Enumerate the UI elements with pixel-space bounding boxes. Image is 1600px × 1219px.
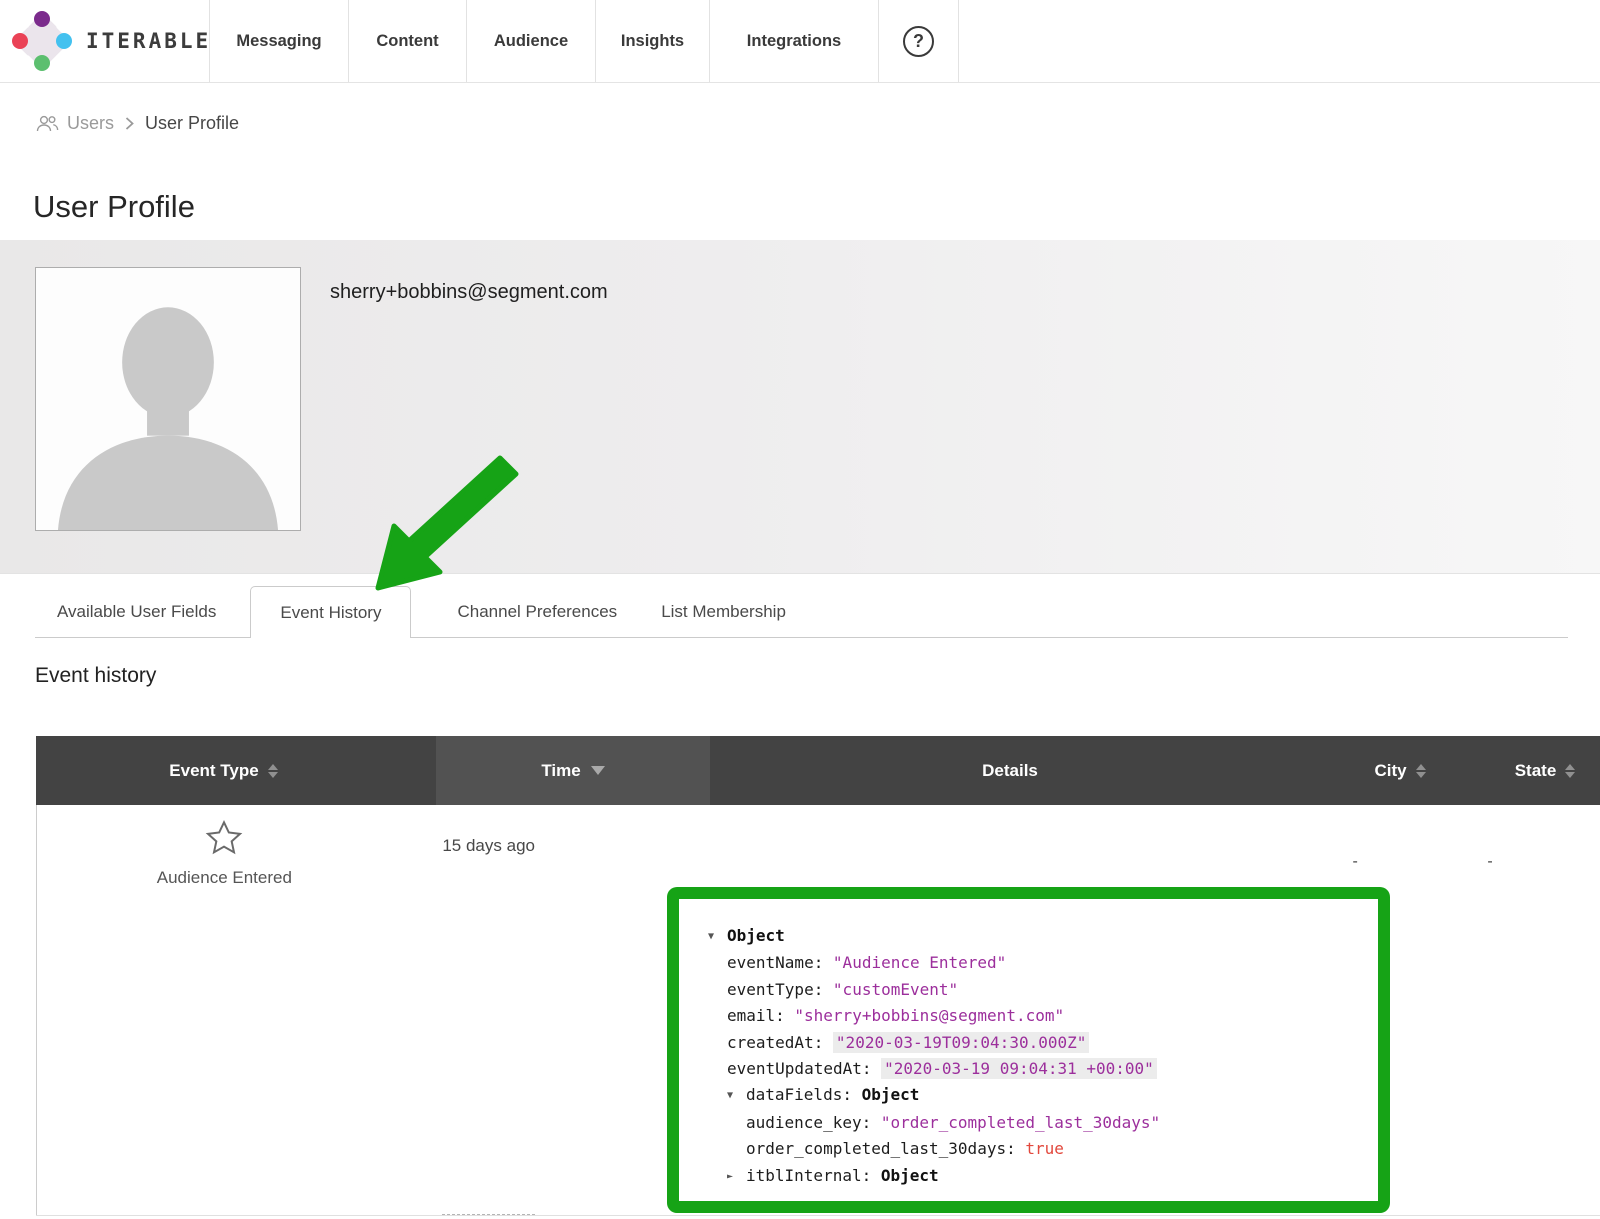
json-value: "Audience Entered" xyxy=(833,953,1006,972)
nav-item-integrations[interactable]: Integrations xyxy=(709,0,878,82)
page: ITERABLE Messaging Content Audience Insi… xyxy=(0,0,1600,1219)
column-label: State xyxy=(1515,761,1557,781)
column-header-event-type[interactable]: Event Type xyxy=(36,736,436,805)
json-key: eventName: xyxy=(727,953,823,972)
json-line: ▼dataFields: Object xyxy=(679,1082,1378,1109)
state-value: - xyxy=(1487,853,1492,1215)
avatar xyxy=(35,267,301,531)
tab-label: List Membership xyxy=(661,602,786,622)
nav-item-label: Integrations xyxy=(747,32,841,51)
column-header-state[interactable]: State xyxy=(1440,736,1600,805)
json-value: Object xyxy=(862,1085,920,1104)
row-divider xyxy=(36,1215,1600,1216)
annotation-box: ▼Object eventName:"Audience Entered" eve… xyxy=(667,887,1390,1213)
json-value: "order_completed_last_30days" xyxy=(881,1113,1160,1132)
event-details-json: ▼Object eventName:"Audience Entered" eve… xyxy=(679,899,1378,1190)
tab-label: Available User Fields xyxy=(57,602,216,622)
json-line: order_completed_last_30days: true xyxy=(679,1136,1378,1162)
primary-nav: Messaging Content Audience Insights Inte… xyxy=(209,0,878,82)
json-value: "2020-03-19T09:04:30.000Z" xyxy=(833,1032,1089,1053)
sort-icon xyxy=(1565,764,1575,778)
expand-toggle-icon[interactable]: ▼ xyxy=(708,924,727,950)
section-title: Event history xyxy=(35,664,156,688)
breadcrumb-current: User Profile xyxy=(145,113,239,134)
sort-icon xyxy=(1416,764,1426,778)
json-line: audience_key: "order_completed_last_30day… xyxy=(679,1110,1378,1136)
json-key: eventUpdatedAt: xyxy=(727,1059,872,1078)
annotation-arrow xyxy=(350,450,530,600)
nav-item-label: Insights xyxy=(621,32,684,51)
json-line: email: "sherry+bobbins@segment.com" xyxy=(679,1003,1378,1029)
profile-header: sherry+bobbins@segment.com xyxy=(0,240,1600,574)
nav-item-audience[interactable]: Audience xyxy=(466,0,595,82)
breadcrumb-users-link[interactable]: Users xyxy=(35,113,114,134)
json-line: createdAt: "2020-03-19T09:04:30.000Z" xyxy=(679,1030,1378,1056)
column-label: Event Type xyxy=(169,761,258,781)
json-line: ▼Object xyxy=(679,923,1378,950)
star-icon[interactable] xyxy=(203,818,245,858)
column-header-time[interactable]: Time xyxy=(436,736,710,805)
event-table-header: Event Type Time Details City State xyxy=(36,736,1600,805)
users-icon xyxy=(35,115,59,132)
expand-toggle-icon[interactable]: ► xyxy=(727,1164,746,1190)
page-title: User Profile xyxy=(33,189,195,225)
nav-item-label: Audience xyxy=(494,32,568,51)
chevron-right-icon xyxy=(124,115,135,132)
column-header-city[interactable]: City xyxy=(1310,736,1440,805)
column-header-details: Details xyxy=(710,736,1310,805)
expand-toggle-icon[interactable]: ▼ xyxy=(727,1083,746,1109)
json-key: audience_key: xyxy=(746,1113,871,1132)
tab-available-user-fields[interactable]: Available User Fields xyxy=(35,586,238,638)
json-value: "2020-03-19 09:04:31 +00:00" xyxy=(881,1058,1157,1079)
json-key: eventType: xyxy=(727,980,823,999)
nav-item-messaging[interactable]: Messaging xyxy=(209,0,348,82)
tab-label: Event History xyxy=(280,603,381,623)
nav-item-content[interactable]: Content xyxy=(348,0,466,82)
iterable-logo-icon xyxy=(14,13,70,69)
column-label: Details xyxy=(982,761,1038,781)
sort-icon xyxy=(268,764,278,778)
json-line: eventUpdatedAt: "2020-03-19 09:04:31 +00:… xyxy=(679,1056,1378,1082)
brand-logo[interactable]: ITERABLE xyxy=(0,0,209,82)
nav-item-label: Messaging xyxy=(236,32,321,51)
json-value: "sherry+bobbins@segment.com" xyxy=(794,1006,1064,1025)
json-value: "customEvent" xyxy=(833,980,958,999)
json-key: email: xyxy=(727,1006,785,1025)
event-type-cell: Audience Entered xyxy=(37,805,437,1215)
nav-item-insights[interactable]: Insights xyxy=(595,0,709,82)
breadcrumb-parent-label: Users xyxy=(67,113,114,134)
json-value: true xyxy=(1025,1139,1064,1158)
sort-desc-icon xyxy=(591,766,605,775)
json-key: order_completed_last_30days: xyxy=(746,1139,1016,1158)
brand-wordmark: ITERABLE xyxy=(86,29,211,53)
tab-list-membership[interactable]: List Membership xyxy=(639,586,808,638)
json-key: itblInternal: xyxy=(746,1166,871,1185)
json-key: dataFields: xyxy=(746,1085,852,1104)
breadcrumb: Users User Profile xyxy=(35,113,239,134)
json-value: Object xyxy=(881,1166,939,1185)
json-line: eventName: "Audience Entered" xyxy=(679,950,1378,976)
column-label: Time xyxy=(541,761,580,781)
column-label: City xyxy=(1374,761,1406,781)
state-cell: - xyxy=(1440,805,1600,1215)
help-icon: ? xyxy=(903,26,934,57)
avatar-placeholder-icon xyxy=(36,268,300,530)
nav-item-label: Content xyxy=(376,32,438,51)
top-nav: ITERABLE Messaging Content Audience Insi… xyxy=(0,0,1600,83)
user-email: sherry+bobbins@segment.com xyxy=(330,281,608,304)
json-value: Object xyxy=(727,926,785,945)
json-line: ►itblInternal: Object xyxy=(679,1163,1378,1190)
json-line: eventType: "customEvent" xyxy=(679,977,1378,1003)
json-key: createdAt: xyxy=(727,1033,823,1052)
help-button[interactable]: ? xyxy=(878,0,959,82)
event-type-label: Audience Entered xyxy=(157,868,292,888)
tab-label: Channel Preferences xyxy=(457,602,617,622)
relative-time[interactable]: 15 days ago xyxy=(442,836,535,1215)
